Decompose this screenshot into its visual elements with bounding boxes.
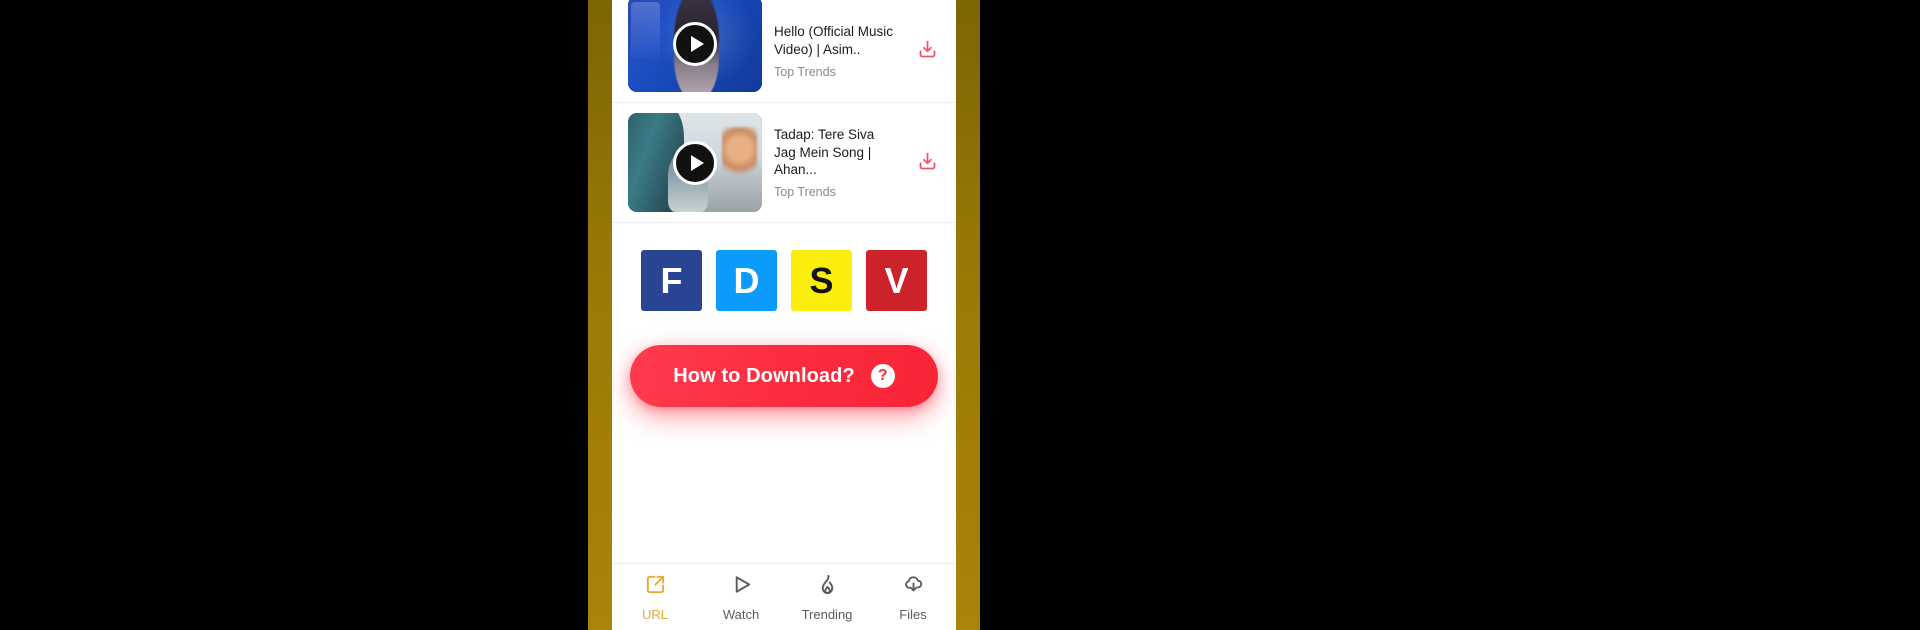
video-meta: Hello (Official Music Video) | Asim.. To… xyxy=(774,23,900,79)
question-mark-glyph: ? xyxy=(877,367,888,384)
nav-item-watch-label: Watch xyxy=(722,607,760,622)
vimeo-tile-letter: V xyxy=(884,259,909,301)
video-subtitle: Top Trends xyxy=(774,185,836,200)
screen-backdrop: Hello (Official Music Video) | Asim.. To… xyxy=(0,0,1920,630)
dailymotion-tile-letter: D xyxy=(733,259,760,301)
cloud-download-icon xyxy=(902,573,925,601)
video-thumbnail[interactable] xyxy=(628,0,762,92)
how-to-download-label: How to Download? xyxy=(673,364,855,387)
nav-item-trending[interactable]: Trending xyxy=(784,564,870,630)
video-list-item[interactable]: Hello (Official Music Video) | Asim.. To… xyxy=(612,0,956,102)
vimeo-tile[interactable]: V xyxy=(866,250,927,311)
scroll-content[interactable]: Hello (Official Music Video) | Asim.. To… xyxy=(612,0,956,563)
nav-item-url[interactable]: URL xyxy=(612,564,698,630)
flame-icon xyxy=(816,573,839,601)
play-outline-icon xyxy=(730,573,753,601)
play-icon[interactable] xyxy=(673,140,717,185)
snapchat-tile[interactable]: S xyxy=(791,250,852,311)
nav-item-files-label: Files xyxy=(899,607,927,622)
play-icon[interactable] xyxy=(673,22,717,66)
facebook-tile[interactable]: F xyxy=(641,250,702,311)
video-list-item[interactable]: Tadap: Tere Siva Jag Mein Song | Ahan...… xyxy=(612,102,956,222)
app-viewport: Hello (Official Music Video) | Asim.. To… xyxy=(612,0,956,630)
snapchat-tile-letter: S xyxy=(809,259,834,301)
howto-download-section: How to Download? ? xyxy=(612,333,956,427)
external-link-icon xyxy=(644,573,667,601)
question-mark-icon: ? xyxy=(870,364,895,388)
facebook-tile-letter: F xyxy=(660,259,683,301)
download-button[interactable] xyxy=(912,148,942,178)
download-icon xyxy=(917,151,938,175)
dailymotion-tile[interactable]: D xyxy=(716,250,777,311)
video-subtitle: Top Trends xyxy=(774,64,836,79)
nav-item-url-label: URL xyxy=(641,607,668,622)
play-triangle xyxy=(690,154,704,171)
video-title: Hello (Official Music Video) | Asim.. xyxy=(774,24,894,57)
video-meta: Tadap: Tere Siva Jag Mein Song | Ahan...… xyxy=(774,126,900,199)
nav-item-files[interactable]: Files xyxy=(870,564,956,630)
how-to-download-button[interactable]: How to Download? ? xyxy=(630,345,938,407)
video-title: Tadap: Tere Siva Jag Mein Song | Ahan... xyxy=(774,126,875,178)
bottom-navigation-bar: URL Watch Trending Files xyxy=(612,563,956,630)
play-triangle xyxy=(690,36,704,52)
device-frame-band-right xyxy=(956,0,980,630)
video-thumbnail[interactable] xyxy=(628,113,762,212)
download-icon xyxy=(917,39,938,63)
nav-item-trending-label: Trending xyxy=(801,607,853,622)
video-list: Hello (Official Music Video) | Asim.. To… xyxy=(612,0,956,222)
download-button[interactable] xyxy=(912,36,942,66)
social-platform-row: F D S V xyxy=(612,222,956,333)
device-frame-band-left xyxy=(588,0,612,630)
nav-item-watch[interactable]: Watch xyxy=(698,564,784,630)
